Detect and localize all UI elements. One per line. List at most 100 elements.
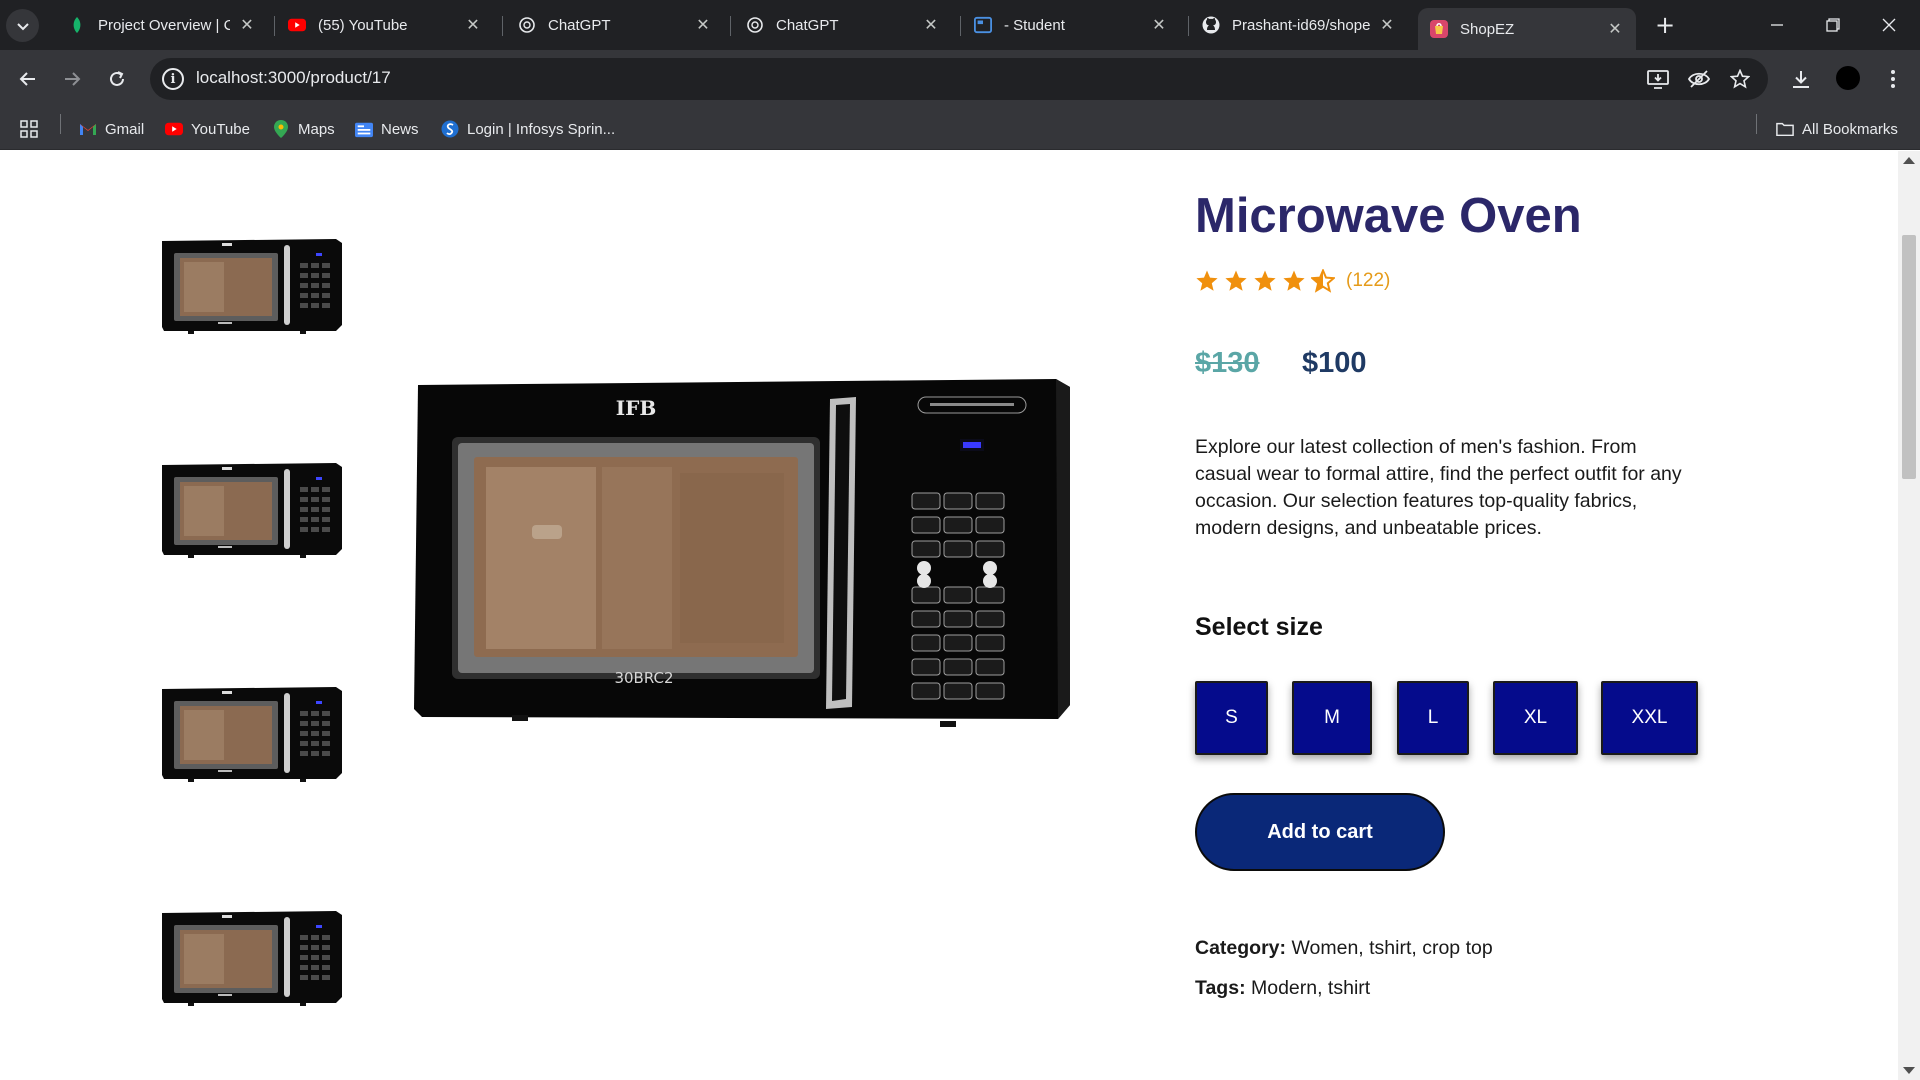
- bookmark-label: News: [381, 120, 419, 138]
- tab-separator: [730, 16, 731, 36]
- scroll-thumb[interactable]: [1902, 235, 1916, 479]
- product-thumbnail[interactable]: [160, 235, 344, 335]
- close-icon[interactable]: ✕: [238, 16, 256, 34]
- close-icon[interactable]: ✕: [1378, 16, 1396, 34]
- tab-youtube[interactable]: (55) YouTube ✕: [276, 8, 494, 42]
- tab-chatgpt-1[interactable]: ChatGPT ✕: [506, 8, 724, 42]
- tab-title: ChatGPT: [776, 16, 839, 34]
- product-description: Explore our latest collection of men's f…: [1195, 436, 1682, 539]
- apps-button[interactable]: [20, 118, 46, 140]
- github-icon: [1202, 16, 1220, 34]
- product-category: Category: Women, tshirt, crop top: [1195, 937, 1493, 960]
- bookmark-maps[interactable]: Maps: [272, 118, 335, 140]
- reload-button[interactable]: [100, 62, 134, 96]
- bookmark-star-icon[interactable]: [1728, 67, 1752, 91]
- downloads-button[interactable]: [1784, 62, 1818, 96]
- bookmark-label: Gmail: [105, 120, 145, 138]
- bookmark-news[interactable]: News: [355, 118, 419, 140]
- student-icon: [974, 16, 992, 34]
- product-title: Microwave Oven: [1195, 189, 1582, 243]
- tab-title: (55) YouTube: [318, 16, 408, 34]
- close-icon[interactable]: ✕: [922, 16, 940, 34]
- close-icon[interactable]: ✕: [464, 16, 482, 34]
- youtube-icon: [288, 16, 306, 34]
- size-button-xxl[interactable]: XXL: [1601, 681, 1698, 755]
- tab-title: Prashant-id69/shope: [1232, 16, 1370, 34]
- avatar[interactable]: [1836, 66, 1860, 90]
- site-info-icon[interactable]: i: [162, 68, 184, 90]
- gmail-icon: [79, 120, 97, 138]
- arrow-right-icon: [65, 72, 81, 86]
- browser-toolbar: i localhost:3000/product/17: [0, 50, 1920, 108]
- tab-title: ShopEZ: [1460, 20, 1515, 38]
- bookmarks-bar: Gmail YouTube Maps News Login | Infosys …: [0, 108, 1920, 150]
- tags-value: Modern, tshirt: [1250, 977, 1371, 999]
- all-bookmarks-button[interactable]: All Bookmarks: [1776, 118, 1898, 140]
- star-icon: [1283, 270, 1305, 291]
- close-icon[interactable]: ✕: [694, 16, 712, 34]
- tab-chatgpt-2[interactable]: ChatGPT ✕: [734, 8, 952, 42]
- url-text[interactable]: localhost:3000/product/17: [196, 68, 391, 88]
- arrow-left-icon: [19, 72, 35, 86]
- close-icon[interactable]: ✕: [1606, 20, 1624, 38]
- sale-price: $100: [1302, 347, 1367, 379]
- tags-label: Tags:: [1195, 977, 1246, 999]
- download-icon: [1793, 71, 1809, 88]
- leaf-icon: [68, 16, 86, 34]
- tab-shopez[interactable]: ShopEZ ✕: [1418, 8, 1636, 50]
- size-button-s[interactable]: S: [1195, 681, 1268, 755]
- bookmark-label: Maps: [298, 120, 335, 138]
- menu-button[interactable]: [1876, 62, 1910, 96]
- size-button-l[interactable]: L: [1397, 681, 1469, 755]
- star-icon: [1196, 270, 1218, 291]
- bookmark-youtube[interactable]: YouTube: [165, 118, 250, 140]
- restore-icon: [1826, 18, 1840, 32]
- add-to-cart-button[interactable]: Add to cart: [1195, 793, 1445, 871]
- scroll-up-arrow-icon[interactable]: [1903, 157, 1915, 164]
- bookmarks-divider: [60, 114, 61, 134]
- page-scrollbar[interactable]: [1898, 151, 1920, 1080]
- bookmark-label: All Bookmarks: [1802, 120, 1898, 138]
- bookmark-infosys[interactable]: Login | Infosys Sprin...: [441, 118, 615, 140]
- star-half-icon: [1311, 269, 1335, 293]
- product-thumbnail[interactable]: [160, 459, 344, 559]
- product-thumbnail[interactable]: [160, 683, 344, 783]
- install-app-icon[interactable]: [1646, 67, 1670, 91]
- bookmark-gmail[interactable]: Gmail: [79, 118, 144, 140]
- category-label: Category:: [1195, 937, 1287, 959]
- tab-strip: Project Overview | Cl ✕ (55) YouTube ✕ C…: [0, 0, 1920, 50]
- apps-grid-icon: [20, 120, 38, 138]
- size-button-m[interactable]: M: [1292, 681, 1372, 755]
- folder-icon: [1776, 120, 1794, 138]
- close-window-button[interactable]: [1866, 8, 1912, 42]
- brand-logo-text: IFB: [616, 396, 656, 420]
- size-heading: Select size: [1195, 613, 1323, 641]
- restore-button[interactable]: [1810, 8, 1856, 42]
- size-button-xl[interactable]: XL: [1493, 681, 1578, 755]
- tab-search-button[interactable]: [6, 9, 39, 42]
- reload-icon: [110, 71, 124, 86]
- plus-icon: +: [1654, 11, 1676, 39]
- back-button[interactable]: [11, 62, 45, 96]
- minimize-button[interactable]: [1754, 8, 1800, 42]
- openai-icon: [746, 16, 764, 34]
- address-bar[interactable]: i localhost:3000/product/17: [150, 58, 1768, 100]
- tab-separator: [502, 16, 503, 36]
- tab-title: - Student: [1004, 16, 1065, 34]
- eye-slash-icon[interactable]: [1687, 67, 1711, 91]
- new-tab-button[interactable]: +: [1650, 10, 1680, 40]
- tab-separator: [960, 16, 961, 36]
- tab-project-overview[interactable]: Project Overview | Cl ✕: [56, 8, 268, 42]
- product-thumbnail[interactable]: [160, 907, 344, 1007]
- tab-student[interactable]: - Student ✕: [962, 8, 1180, 42]
- tab-github[interactable]: Prashant-id69/shope ✕: [1190, 8, 1408, 42]
- youtube-icon: [165, 120, 183, 138]
- bookmark-label: YouTube: [191, 120, 250, 138]
- close-icon[interactable]: ✕: [1150, 16, 1168, 34]
- review-count: (122): [1346, 270, 1391, 291]
- star-icon: [1225, 270, 1247, 291]
- page-viewport: IFB 30BRC2 Microwave Oven (122) $130 $10…: [0, 151, 1898, 1080]
- bookmarks-divider: [1756, 114, 1757, 134]
- scroll-down-arrow-icon[interactable]: [1903, 1067, 1915, 1074]
- forward-button[interactable]: [55, 62, 89, 96]
